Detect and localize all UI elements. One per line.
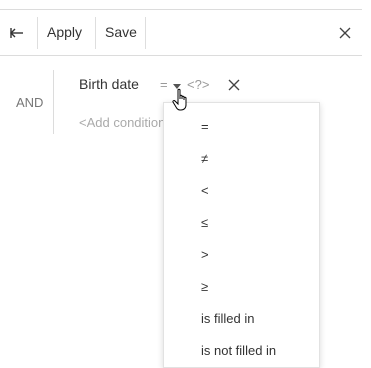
apply-button[interactable]: Apply	[47, 24, 82, 40]
operator-option[interactable]: is not filled in	[201, 343, 276, 358]
hand-cursor-icon	[172, 88, 192, 112]
remove-condition-icon[interactable]	[227, 78, 241, 92]
toolbar-separator	[145, 17, 146, 49]
close-icon[interactable]	[336, 24, 354, 42]
toolbar-separator	[95, 17, 96, 49]
group-operator-label[interactable]: AND	[16, 95, 43, 110]
toolbar-separator	[37, 17, 38, 49]
add-condition-link[interactable]: <Add condition>	[79, 115, 163, 130]
save-button[interactable]: Save	[105, 24, 137, 40]
operator-option[interactable]: >	[201, 247, 209, 262]
operator-option[interactable]: is filled in	[201, 311, 254, 326]
operator-option[interactable]: <	[201, 183, 209, 198]
operator-dropdown: = ≠ < ≤ > ≥ is filled in is not filled i…	[163, 102, 320, 368]
toolbar: Apply Save	[0, 10, 362, 56]
back-arrow-icon[interactable]	[6, 24, 28, 42]
group-bracket-line	[53, 70, 54, 134]
operator-option[interactable]: ≠	[201, 151, 208, 166]
condition-field[interactable]: Birth date	[79, 76, 139, 92]
operator-option[interactable]: ≤	[201, 215, 208, 230]
operator-option[interactable]: ≥	[201, 279, 208, 294]
operator-option[interactable]: =	[201, 119, 209, 134]
condition-operator[interactable]: =	[160, 77, 168, 92]
